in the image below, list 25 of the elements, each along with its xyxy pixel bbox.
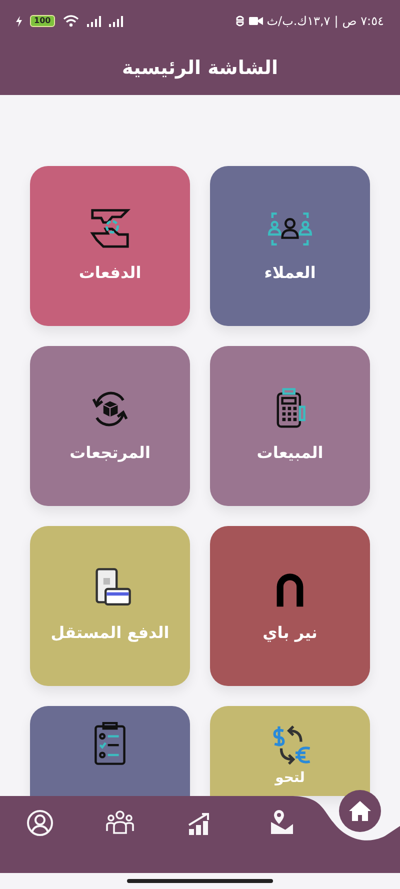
signal-icon [108, 16, 123, 26]
signal-icon [86, 16, 101, 26]
screen-title: الشاشة الرئيسية [122, 56, 278, 82]
home-button[interactable] [339, 790, 381, 832]
menu-tile[interactable]: المرتجعات [30, 346, 190, 506]
notification-icon [234, 15, 245, 27]
network-speed-text: ١٣,٧ك.ب/ث [266, 13, 330, 30]
wifi-icon [62, 15, 79, 27]
battery-level: 100 [30, 15, 55, 27]
menu-tile[interactable]: لتحو [210, 706, 370, 796]
menu-tile[interactable]: المبيعات [210, 346, 370, 506]
home-icon [348, 800, 372, 822]
clock-text: ٧:٥٤ ص [342, 13, 384, 30]
video-camera-icon [248, 16, 263, 26]
menu-tile[interactable]: الدفع المستقل [30, 526, 190, 686]
menu-tile[interactable]: الدفعات [30, 166, 190, 326]
menu-tile[interactable]: نير باي [210, 526, 370, 686]
profile-icon [26, 809, 54, 837]
separator-text: | [334, 13, 338, 30]
menu-tile[interactable]: العملاء [210, 166, 370, 326]
menu-tile[interactable] [30, 706, 190, 796]
charging-icon [16, 16, 22, 26]
nav-tab[interactable] [106, 809, 134, 837]
group-icon [106, 809, 134, 837]
nav-tab[interactable] [26, 809, 54, 837]
